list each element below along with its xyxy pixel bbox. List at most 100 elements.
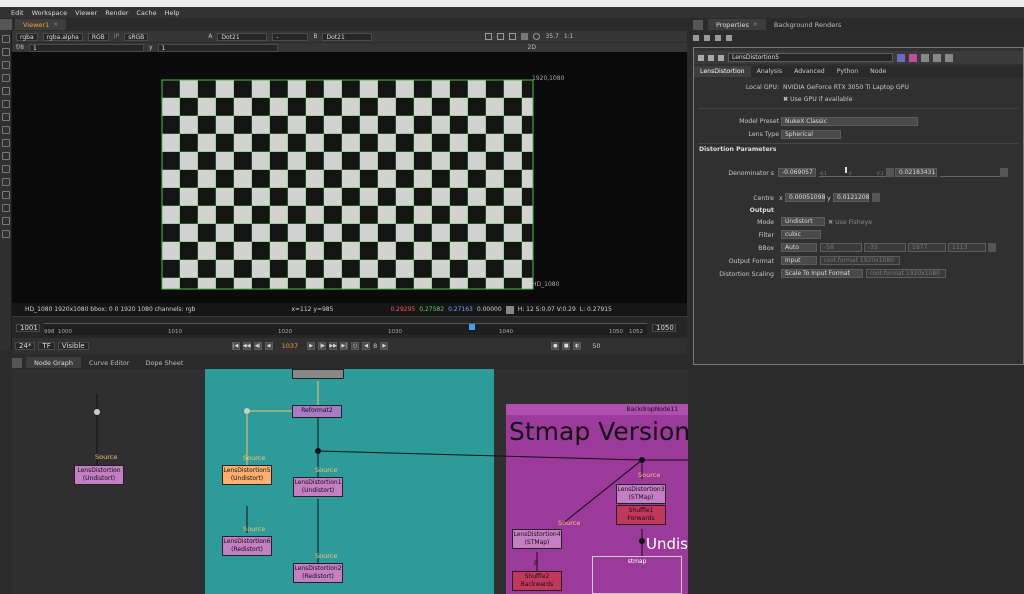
step-forward-button[interactable]: ▶ <box>380 342 389 350</box>
node-icon[interactable] <box>704 35 710 41</box>
cusp-tool-icon[interactable] <box>2 217 10 225</box>
close-panel-icon[interactable] <box>945 53 953 62</box>
undo-icon[interactable] <box>897 53 905 62</box>
alpha-select[interactable]: rgba.alpha <box>42 32 83 41</box>
redo-icon[interactable] <box>909 53 917 62</box>
tab-viewer1[interactable]: Viewer1 × <box>15 19 67 30</box>
step-value[interactable]: 8 <box>373 342 377 350</box>
next-frame-button[interactable]: |▶ <box>318 342 327 350</box>
node-lensdistortion6[interactable]: LensDistortion6 (Redistort) <box>222 536 272 556</box>
out-frame-field[interactable]: 1050 <box>652 324 676 332</box>
brush-tool-icon[interactable] <box>2 87 10 95</box>
tf-select[interactable]: TF <box>38 342 55 350</box>
cache-button[interactable]: ◐ <box>573 342 582 350</box>
close-icon[interactable]: × <box>753 21 758 28</box>
play-forward-button[interactable]: ▶ <box>307 342 316 350</box>
tab-properties[interactable]: Properties × <box>708 19 766 30</box>
lock-icon[interactable] <box>693 35 699 41</box>
select-tool-icon[interactable] <box>2 35 10 43</box>
denominator-field-2[interactable]: 0.02183431 <box>895 168 937 177</box>
record-button[interactable]: ● <box>551 342 560 350</box>
node-name-field[interactable]: LensDistortion5 <box>728 53 893 62</box>
denominator-field-1[interactable]: -0.069057 <box>778 168 816 177</box>
point-tool-icon[interactable] <box>2 165 10 173</box>
curve-icon[interactable] <box>988 243 996 252</box>
ellipse-tool-icon[interactable] <box>2 191 10 199</box>
panel-menu-icon[interactable] <box>12 358 22 368</box>
a-input-select[interactable]: Dot21 <box>217 32 268 41</box>
model-preset-select[interactable]: NukeX Classic <box>781 117 918 126</box>
gain-slider[interactable]: 1 <box>28 43 144 52</box>
rect-tool-icon[interactable] <box>2 204 10 212</box>
node-lensdistortion3[interactable]: LensDistortion3 (STMap) <box>616 484 666 504</box>
prev-keyframe-button[interactable]: ◀◀ <box>242 342 251 350</box>
panel-menu-icon[interactable] <box>693 20 703 30</box>
playhead[interactable] <box>469 324 475 330</box>
clip-icon[interactable] <box>509 33 517 40</box>
timeline-ruler[interactable]: 998 1000 1010 1020 1030 1040 1050 1052 <box>44 323 647 335</box>
menu-help[interactable]: Help <box>165 9 180 17</box>
mode-select[interactable]: Undistort <box>781 217 825 226</box>
output-format-select[interactable]: Input <box>781 256 817 265</box>
in-frame-field[interactable]: 1001 <box>16 324 40 332</box>
ratio-value[interactable]: 1:1 <box>564 33 574 40</box>
denominator-slider-2[interactable] <box>940 168 1000 177</box>
frame-end-value[interactable]: 50 <box>592 342 600 350</box>
menu-edit[interactable]: Edit <box>11 9 24 17</box>
lens-type-select[interactable]: Spherical <box>781 130 841 139</box>
current-frame[interactable]: 1037 <box>282 342 299 350</box>
curve-icon[interactable] <box>1000 168 1008 177</box>
ip-toggle[interactable]: IP <box>114 33 119 40</box>
node-top-cutoff[interactable] <box>292 369 344 379</box>
fps-select[interactable]: 24* <box>15 342 36 350</box>
menu-render[interactable]: Render <box>105 9 128 17</box>
timeline[interactable]: 1001 1050 998 1000 1010 1020 1030 1040 1… <box>12 316 687 338</box>
node-lensdistortion2[interactable]: LensDistortion2 (Redistort) <box>293 563 343 583</box>
display-select[interactable]: sRGB <box>124 32 149 41</box>
loop-button[interactable]: ○ <box>351 342 360 350</box>
tab-advanced[interactable]: Advanced <box>788 66 831 77</box>
node-reformat2[interactable]: Reformat2 <box>292 405 342 418</box>
step-back-button[interactable]: ◀ <box>362 342 371 350</box>
view-mode[interactable]: 2D <box>528 44 536 51</box>
bspline-tool-icon[interactable] <box>2 178 10 186</box>
tab-dope-sheet[interactable]: Dope Sheet <box>137 357 191 368</box>
bbox-t-field[interactable]: 1113 <box>948 243 986 252</box>
tab-curve-editor[interactable]: Curve Editor <box>81 357 137 368</box>
channels-select[interactable]: rgba <box>16 32 38 41</box>
paint-tool-icon[interactable] <box>2 61 10 69</box>
centre-x-field[interactable]: 0.00051098 <box>785 193 825 202</box>
tab-background-renders[interactable]: Background Renders <box>766 19 849 30</box>
bbox-y-field[interactable]: -35 <box>864 243 906 252</box>
node-lensdistortion[interactable]: LensDistortion (Undistort) <box>74 465 124 485</box>
menu-viewer[interactable]: Viewer <box>75 9 97 17</box>
bbox-x-field[interactable]: -58 <box>820 243 862 252</box>
visible-select[interactable]: Visible <box>57 342 89 350</box>
roi-icon[interactable] <box>485 33 493 40</box>
menu-cache[interactable]: Cache <box>136 9 156 17</box>
dodge-tool-icon[interactable] <box>2 126 10 134</box>
close-icon[interactable]: × <box>53 21 58 28</box>
filter-select[interactable]: cubic <box>781 230 821 239</box>
tab-lensdistortion[interactable]: LensDistortion <box>694 66 751 77</box>
zoom-value[interactable]: 35.7 <box>545 33 558 40</box>
use-fisheye-checkbox[interactable]: ✖ Use Fisheye <box>828 219 872 226</box>
overlay-icon[interactable] <box>497 33 505 40</box>
panel-menu-icon[interactable] <box>0 19 12 30</box>
close-all-icon[interactable] <box>715 35 721 41</box>
node-lensdistortion5[interactable]: LensDistortion5 (Undistort) <box>222 465 272 485</box>
viewer-canvas[interactable]: 1920,1080 HD_1080 <box>12 52 687 303</box>
gpu-icon[interactable] <box>533 33 541 40</box>
tab-python[interactable]: Python <box>831 66 864 77</box>
use-gpu-checkbox[interactable]: ✖ Use GPU if available <box>783 96 853 103</box>
pen-icon[interactable] <box>726 35 732 41</box>
curve-icon[interactable] <box>872 193 880 202</box>
last-frame-button[interactable]: ▶| <box>340 342 349 350</box>
revert-icon[interactable] <box>921 53 929 62</box>
node-lensdistortion4[interactable]: LensDistortion4 (STMap) <box>512 529 562 549</box>
compare-mode-select[interactable]: - <box>272 32 309 41</box>
b-input-select[interactable]: Dot21 <box>322 32 373 41</box>
bbox-select[interactable]: Auto <box>781 243 817 252</box>
colorspace-select[interactable]: RGB <box>87 32 109 41</box>
node-shuffle2[interactable]: Shuffle2 Backwards <box>512 571 562 591</box>
